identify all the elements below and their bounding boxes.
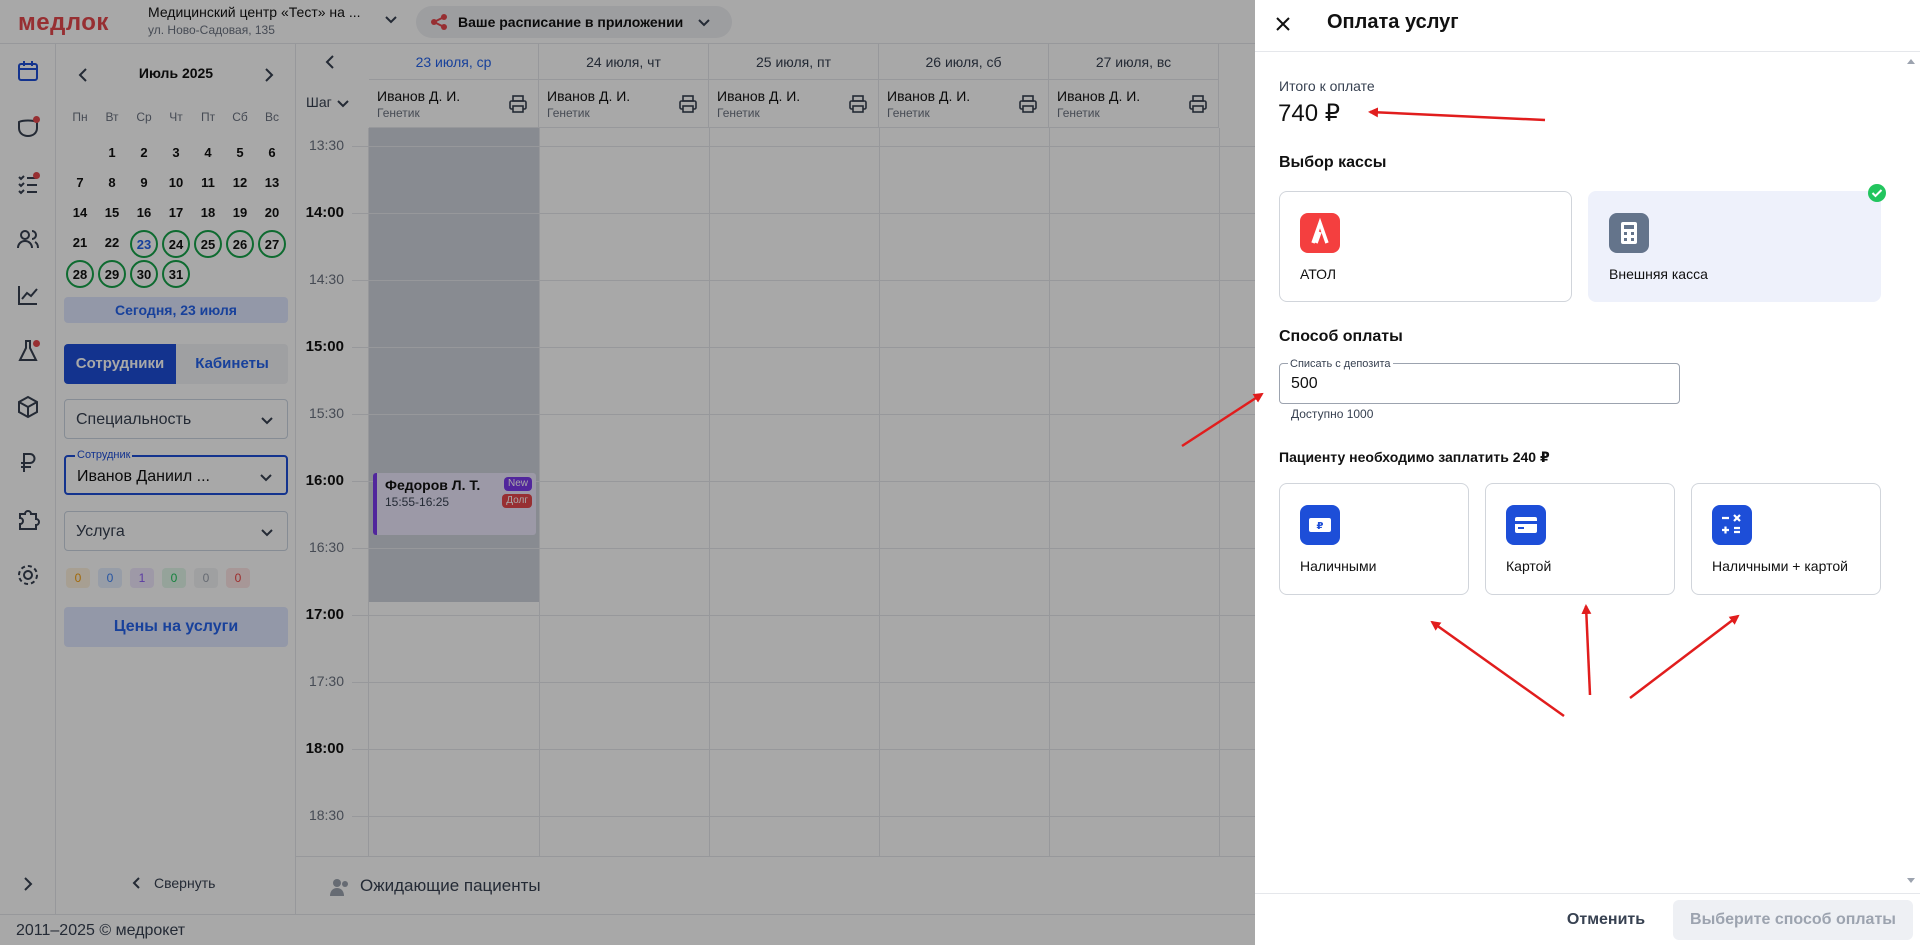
card-icon <box>1506 505 1546 545</box>
total-value: 740 ₽ <box>1278 100 1340 127</box>
register-section-title: Выбор кассы <box>1279 154 1387 171</box>
modal-overlay[interactable] <box>0 0 1255 945</box>
total-label: Итого к оплате <box>1279 78 1375 94</box>
pay-method-label: Картой <box>1506 558 1552 574</box>
close-icon[interactable] <box>1272 13 1294 35</box>
submit-payment-button[interactable]: Выберите способ оплаты <box>1673 900 1913 940</box>
pay-method-card[interactable]: Картой <box>1485 483 1675 595</box>
register-label: АТОЛ <box>1300 266 1337 282</box>
register-label: Внешняя касса <box>1609 266 1708 282</box>
pay-method-cash[interactable]: ₽ Наличными <box>1279 483 1469 595</box>
svg-text:₽: ₽ <box>1317 521 1324 532</box>
pay-method-label: Наличными <box>1300 558 1377 574</box>
calculator-icon <box>1609 213 1649 253</box>
drawer-title: Оплата услуг <box>1327 11 1459 33</box>
method-section-title: Способ оплаты <box>1279 328 1403 345</box>
cancel-button[interactable]: Отменить <box>1551 900 1661 940</box>
patient-must-pay: Пациенту необходимо заплатить 240 ₽ <box>1279 449 1550 465</box>
register-card-external[interactable]: Внешняя касса <box>1588 191 1881 302</box>
check-circle-icon <box>1868 184 1886 202</box>
deposit-available: Доступно 1000 <box>1291 407 1374 421</box>
payment-drawer <box>1255 0 1920 945</box>
scrollbar[interactable] <box>1905 56 1917 886</box>
deposit-input-label: Списать с депозита <box>1288 358 1393 370</box>
atol-icon <box>1300 213 1340 253</box>
cash-icon: ₽ <box>1300 505 1340 545</box>
register-card-atol[interactable]: АТОЛ <box>1279 191 1572 302</box>
deposit-input-value[interactable]: 500 <box>1291 375 1318 393</box>
calculator-icon <box>1712 505 1752 545</box>
pay-method-label: Наличными + картой <box>1712 558 1848 574</box>
pay-method-mixed[interactable]: Наличными + картой <box>1691 483 1881 595</box>
